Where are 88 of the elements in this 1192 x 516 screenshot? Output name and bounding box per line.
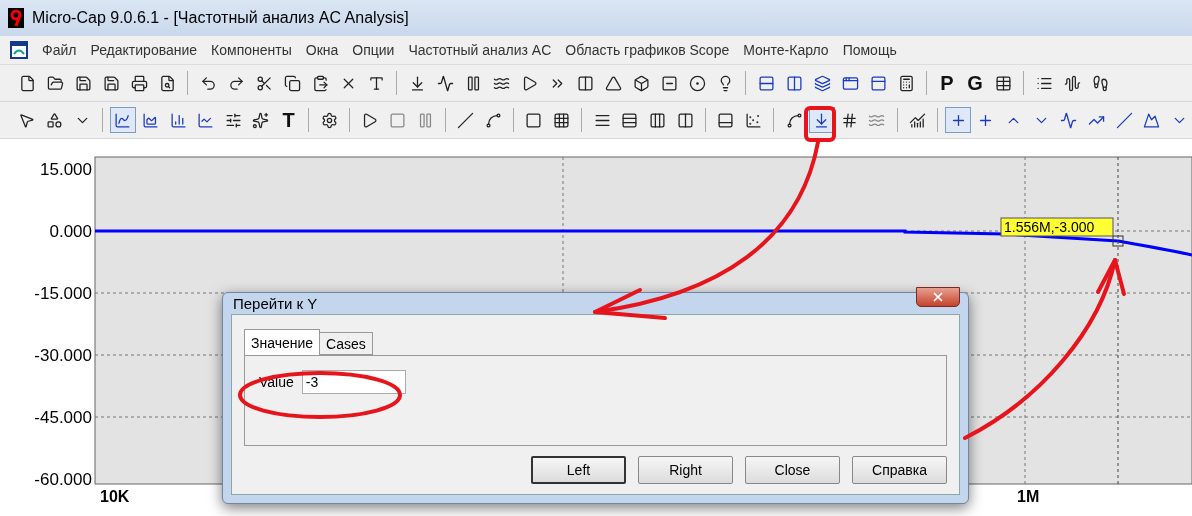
columns-icon bbox=[576, 74, 594, 92]
triangle-icon bbox=[604, 74, 622, 92]
dialog-title: Перейти к Y bbox=[233, 295, 318, 312]
hash-icon bbox=[840, 111, 858, 129]
copy-icon bbox=[283, 74, 301, 92]
folder-icon bbox=[46, 74, 64, 92]
line-icon bbox=[457, 111, 475, 129]
undo-icon bbox=[199, 74, 217, 92]
peak-icon bbox=[1143, 111, 1161, 129]
chart-line-icon bbox=[197, 111, 215, 129]
chart-bar-icon bbox=[169, 111, 187, 129]
tab[interactable]: Cases bbox=[319, 332, 373, 355]
stop-icon bbox=[388, 111, 406, 129]
close-button[interactable] bbox=[916, 286, 960, 307]
menu-item[interactable]: Монте-Карло bbox=[743, 42, 829, 58]
curve-icon bbox=[785, 111, 803, 129]
window-title: Micro-Cap 9.0.6.1 - [Частотный анализ AC Analysis] bbox=[32, 9, 409, 27]
grid-icon bbox=[553, 111, 571, 129]
axis-label: -60.000 bbox=[34, 470, 92, 489]
toolbar-button[interactable]: G bbox=[962, 70, 988, 96]
file-icon bbox=[18, 74, 36, 92]
toolbar-button[interactable]: T bbox=[275, 107, 302, 133]
layers-icon bbox=[813, 74, 831, 92]
text-icon bbox=[367, 74, 385, 92]
highlight-frame bbox=[804, 106, 836, 142]
axis-label: -15.000 bbox=[34, 284, 92, 303]
dialog-button[interactable]: Right bbox=[638, 456, 733, 484]
tab[interactable]: Значение bbox=[244, 329, 321, 355]
toolbar-button[interactable]: P bbox=[934, 70, 960, 96]
line-icon bbox=[484, 111, 502, 129]
cursor-readout: 1.556M,-3.000 bbox=[1000, 217, 1114, 237]
frame-icon bbox=[525, 111, 543, 129]
menu-item[interactable]: Окна bbox=[305, 42, 339, 58]
columns-icon bbox=[785, 74, 803, 92]
box-icon bbox=[632, 74, 650, 92]
axis-label: -45.000 bbox=[34, 408, 92, 427]
shapes-icon bbox=[45, 111, 63, 129]
circle-icon bbox=[688, 74, 706, 92]
axis-label: 15.000 bbox=[40, 160, 92, 179]
dialog-button[interactable]: Close bbox=[745, 456, 840, 484]
axis-label: -30.000 bbox=[34, 346, 92, 365]
play-icon bbox=[361, 111, 379, 129]
curve-icon bbox=[114, 111, 132, 129]
zigzag-icon bbox=[436, 74, 454, 92]
panel-icon bbox=[869, 74, 887, 92]
menu-item[interactable]: Файл bbox=[42, 42, 77, 58]
activity-icon bbox=[1060, 111, 1078, 129]
dialog-button[interactable]: Справка bbox=[852, 456, 947, 484]
window-icon[interactable] bbox=[10, 41, 28, 59]
slash-icon bbox=[1115, 111, 1133, 129]
menu-item[interactable]: Помощь bbox=[842, 42, 897, 58]
redo-icon bbox=[227, 74, 245, 92]
table-icon bbox=[994, 74, 1012, 92]
scissors-icon bbox=[255, 74, 273, 92]
footprint-icon bbox=[1091, 74, 1109, 92]
axis-label: 1M bbox=[1017, 488, 1040, 505]
menu-item[interactable]: Область графиков Scope bbox=[565, 42, 730, 58]
menu-item[interactable]: Опции bbox=[352, 42, 395, 58]
save-icon bbox=[102, 74, 120, 92]
pointer-icon bbox=[18, 111, 36, 129]
columns-icon bbox=[676, 111, 694, 129]
scatter-icon bbox=[744, 111, 762, 129]
panel-icon bbox=[717, 111, 735, 129]
printer-icon bbox=[130, 74, 148, 92]
window-icon bbox=[841, 74, 859, 92]
cursor-marker bbox=[1112, 235, 1124, 247]
sliders-icon bbox=[224, 111, 242, 129]
axis-label: 10K bbox=[100, 488, 130, 505]
waveform-icon bbox=[1063, 74, 1081, 92]
rows-icon bbox=[757, 74, 775, 92]
minus-square-icon bbox=[660, 74, 678, 92]
axis-label: 0.000 bbox=[49, 222, 92, 241]
calculator-icon bbox=[897, 74, 915, 92]
toolbar-button[interactable] bbox=[945, 107, 972, 133]
chart-icon bbox=[141, 111, 159, 129]
rows-icon bbox=[621, 111, 639, 129]
clipboard-icon bbox=[311, 74, 329, 92]
chart-icon bbox=[909, 111, 927, 129]
dialog-button[interactable]: Left bbox=[531, 456, 626, 484]
menu-item[interactable]: Частотный анализ AC bbox=[408, 42, 552, 58]
menu-item[interactable]: Компоненты bbox=[211, 42, 292, 58]
sparkles-icon bbox=[252, 111, 270, 129]
app-logo-icon bbox=[8, 8, 24, 28]
columns-icon bbox=[649, 111, 667, 129]
file-search-icon bbox=[158, 74, 176, 92]
save-icon bbox=[74, 74, 92, 92]
settings-icon bbox=[320, 111, 338, 129]
menu-item[interactable]: Редактирование bbox=[90, 42, 198, 58]
